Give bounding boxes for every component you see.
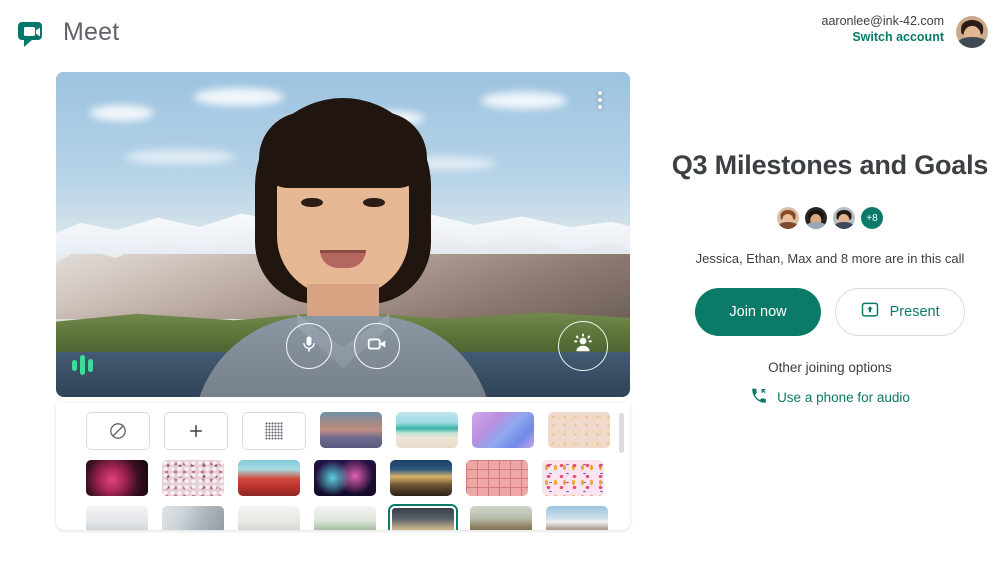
background-row <box>56 412 630 450</box>
background-shelves[interactable] <box>390 506 456 530</box>
background-row <box>56 460 630 496</box>
microphone-toggle-button[interactable] <box>286 323 332 369</box>
switch-account-link[interactable]: Switch account <box>822 30 944 46</box>
background-confetti-gold[interactable] <box>548 412 610 448</box>
background-blossom[interactable] <box>162 460 224 496</box>
dial-in-phone-icon <box>750 387 768 408</box>
participants-overflow-badge[interactable]: +8 <box>861 207 883 229</box>
background-fireworks[interactable] <box>314 460 376 496</box>
no-effect-button[interactable] <box>86 412 150 450</box>
avatar[interactable] <box>777 207 799 229</box>
media-controls <box>56 323 630 369</box>
background-party-confetti[interactable] <box>542 460 604 496</box>
present-screen-icon <box>860 300 880 324</box>
meet-prejoin-screen: Meet aaronlee@ink-42.com Switch account <box>0 0 1000 562</box>
background-horses[interactable] <box>470 506 532 530</box>
background-picker-panel[interactable] <box>56 403 630 530</box>
camera-toggle-button[interactable] <box>354 323 400 369</box>
brand[interactable]: Meet <box>16 14 119 50</box>
meeting-info-panel: Q3 Milestones and Goals +8 Jessica, Etha… <box>660 150 1000 408</box>
plus-icon <box>190 425 202 437</box>
blur-background-button[interactable] <box>242 412 306 450</box>
visual-effects-icon <box>571 332 595 361</box>
use-phone-for-audio-link[interactable]: Use a phone for audio <box>660 387 1000 408</box>
join-now-button[interactable]: Join now <box>695 288 821 336</box>
no-effect-icon <box>110 423 126 439</box>
background-nebula[interactable] <box>86 460 148 496</box>
background-office-light[interactable] <box>86 506 148 530</box>
present-button-label: Present <box>889 304 940 320</box>
account-block: aaronlee@ink-42.com Switch account <box>822 14 944 45</box>
account-email: aaronlee@ink-42.com <box>821 14 944 28</box>
brand-name: Meet <box>63 17 120 46</box>
video-preview[interactable] <box>56 72 630 397</box>
background-red-flowers[interactable] <box>238 460 300 496</box>
background-clouds[interactable] <box>472 412 534 448</box>
account-avatar[interactable] <box>956 16 988 48</box>
background-row <box>56 506 630 530</box>
background-patio[interactable] <box>390 460 452 496</box>
meet-logo-icon <box>16 14 52 50</box>
use-phone-label: Use a phone for audio <box>777 390 910 405</box>
participant-avatars: +8 <box>660 207 1000 229</box>
video-camera-icon <box>366 333 388 360</box>
blur-icon <box>265 422 283 440</box>
microphone-icon <box>299 334 319 359</box>
join-actions: Join now Present <box>660 288 1000 336</box>
background-living-room[interactable] <box>238 506 300 530</box>
avatar[interactable] <box>805 207 827 229</box>
background-plants-room[interactable] <box>314 506 376 530</box>
meeting-title: Q3 Milestones and Goals <box>671 150 989 180</box>
add-background-button[interactable] <box>164 412 228 450</box>
participants-summary: Jessica, Ethan, Max and 8 more are in th… <box>695 251 965 266</box>
app-header: Meet aaronlee@ink-42.com Switch account <box>0 0 1000 66</box>
background-dusk[interactable] <box>320 412 382 448</box>
background-scrollbar-thumb[interactable] <box>619 413 624 453</box>
background-mountains[interactable] <box>546 506 608 530</box>
present-button[interactable]: Present <box>834 288 965 336</box>
other-joining-options-label: Other joining options <box>768 360 892 375</box>
background-beach[interactable] <box>396 412 458 448</box>
avatar[interactable] <box>833 207 855 229</box>
more-options-icon[interactable] <box>586 86 614 114</box>
visual-effects-button[interactable] <box>558 321 608 371</box>
background-pink-grid[interactable] <box>466 460 528 496</box>
background-office-stairs[interactable] <box>162 506 224 530</box>
